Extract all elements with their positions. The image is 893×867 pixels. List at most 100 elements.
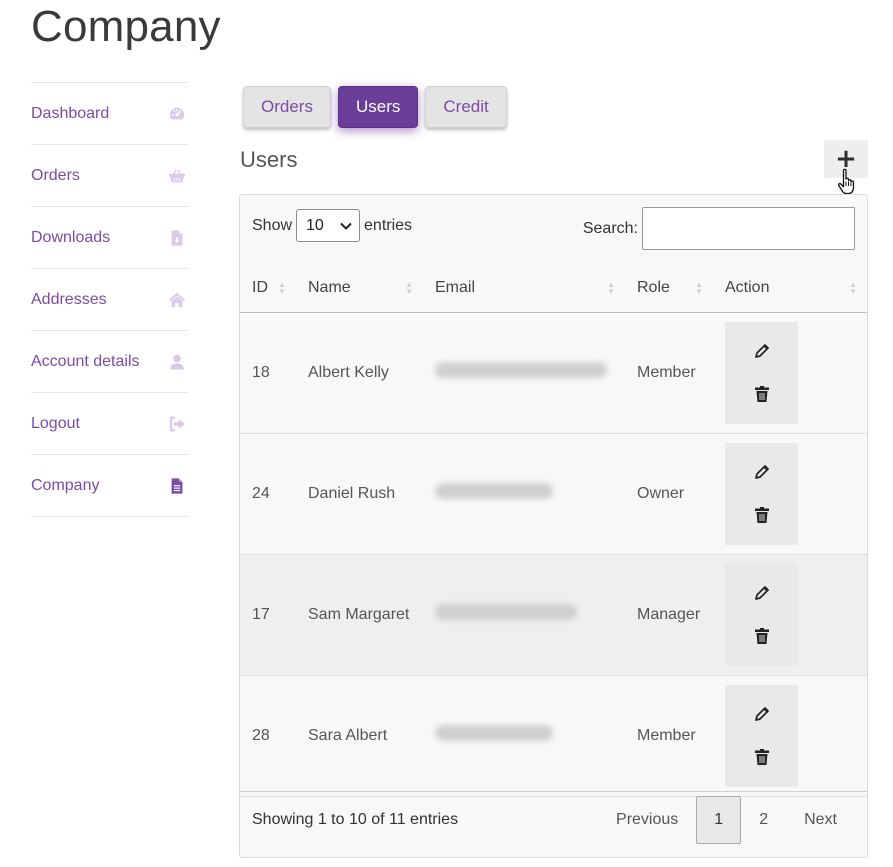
pencil-icon[interactable] [753,342,771,360]
email-redacted [435,362,607,378]
sort-icon: ▲ ▼ [607,280,615,296]
cell-action [713,433,867,555]
cell-action [713,554,867,676]
sidebar-item-label: Company [31,476,100,494]
entries-label: entries [364,216,413,234]
sidebar-item-dashboard[interactable]: Dashboard [31,83,188,145]
basket-icon [166,165,188,187]
pagination-next[interactable]: Next [786,796,855,844]
sidebar-item-downloads[interactable]: Downloads [31,207,188,269]
users-table: ID ▲ ▼ Name ▲ ▼ Email ▲ ▼ Role ▲ ▼ Action ▲ ▼ 18 A… [240,265,867,797]
cell-id: 17 [240,554,296,676]
cell-email [423,554,625,676]
row-actions [725,563,798,666]
page-title: Company [31,2,221,51]
table-row: 28 Sara Albert Member [240,675,867,797]
cell-name: Daniel Rush [296,433,423,555]
trash-icon[interactable] [753,385,771,403]
entries-value: 10 [306,216,324,234]
row-actions [725,321,798,424]
pencil-icon[interactable] [753,705,771,723]
column-header-label: Email [435,279,476,297]
table-footer: Showing 1 to 10 of 11 entries Previous 1… [240,791,867,857]
sign-out-icon [166,413,188,435]
table-controls: Show 10 entries Search: [252,207,855,251]
home-icon [166,289,188,311]
column-header-label: Name [308,279,351,297]
sort-icon: ▲ ▼ [278,280,286,296]
account-sidebar: Dashboard Orders Downloads Addresses Acc… [31,82,188,517]
cell-email [423,312,625,434]
pencil-icon[interactable] [753,463,771,481]
row-actions [725,442,798,545]
tab-users[interactable]: Users [337,86,419,128]
sort-icon: ▲ ▼ [695,280,703,296]
cell-name: Sam Margaret [296,554,423,676]
gauge-icon [166,103,188,125]
cell-role: Owner [625,433,713,555]
cell-action [713,675,867,797]
show-label: Show [252,216,293,234]
sidebar-item-label: Orders [31,166,80,184]
table-info: Showing 1 to 10 of 11 entries [252,811,459,828]
pagination-page-2[interactable]: 2 [741,796,786,844]
cell-role: Member [625,312,713,434]
email-redacted [435,483,553,499]
table-search: Search: [583,207,855,250]
entries-length: Show 10 entries [252,209,412,242]
sidebar-item-label: Addresses [31,290,107,308]
cell-id: 18 [240,312,296,434]
sidebar-item-label: Logout [31,414,80,432]
column-header-email[interactable]: Email ▲ ▼ [423,265,625,313]
file-download-icon [166,227,188,249]
column-header-role[interactable]: Role ▲ ▼ [625,265,713,313]
trash-icon[interactable] [753,748,771,766]
sidebar-item-label: Dashboard [31,104,110,122]
cell-name: Sara Albert [296,675,423,797]
cell-name: Albert Kelly [296,312,423,434]
table-row: 18 Albert Kelly Member [240,312,867,434]
users-table-panel: Show 10 entries Search: ID ▲ ▼ Name ▲ ▼ Emai… [239,194,868,858]
sidebar-item-account-details[interactable]: Account details [31,331,188,393]
table-row: 17 Sam Margaret Manager [240,554,867,676]
sort-icon: ▲ ▼ [849,280,857,296]
pencil-icon[interactable] [753,584,771,602]
row-actions [725,684,798,787]
sidebar-item-orders[interactable]: Orders [31,145,188,207]
tab-orders[interactable]: Orders [243,86,331,128]
chevron-down-icon [340,222,352,230]
column-header-label: Role [637,279,670,297]
table-row: 24 Daniel Rush Owner [240,433,867,555]
pagination: Previous 1 2 Next [598,796,855,844]
cell-role: Member [625,675,713,797]
trash-icon[interactable] [753,627,771,645]
document-icon [166,475,188,497]
user-icon [166,351,188,373]
sidebar-item-label: Account details [31,352,140,370]
pagination-previous[interactable]: Previous [598,796,696,844]
cell-id: 24 [240,433,296,555]
section-title: Users [240,147,298,172]
hand-pointer-icon [837,168,855,195]
sidebar-item-logout[interactable]: Logout [31,393,188,455]
column-header-id[interactable]: ID ▲ ▼ [240,265,296,313]
cell-id: 28 [240,675,296,797]
sidebar-item-label: Downloads [31,228,111,246]
sidebar-item-company[interactable]: Company [31,455,188,517]
email-redacted [435,604,577,620]
cell-action [713,312,867,434]
sidebar-item-addresses[interactable]: Addresses [31,269,188,331]
cell-email [423,675,625,797]
cell-role: Manager [625,554,713,676]
tab-credit[interactable]: Credit [425,86,507,128]
entries-select[interactable]: 10 [296,209,361,242]
pagination-page-1[interactable]: 1 [696,796,742,844]
company-tabs: Orders Users Credit [243,86,507,128]
trash-icon[interactable] [753,506,771,524]
column-header-name[interactable]: Name ▲ ▼ [296,265,423,313]
column-header-label: ID [252,279,268,297]
sort-icon: ▲ ▼ [405,280,413,296]
table-header-row: ID ▲ ▼ Name ▲ ▼ Email ▲ ▼ Role ▲ ▼ Action ▲ ▼ [240,265,867,313]
search-input[interactable] [642,207,855,250]
column-header-action[interactable]: Action ▲ ▼ [713,265,867,313]
